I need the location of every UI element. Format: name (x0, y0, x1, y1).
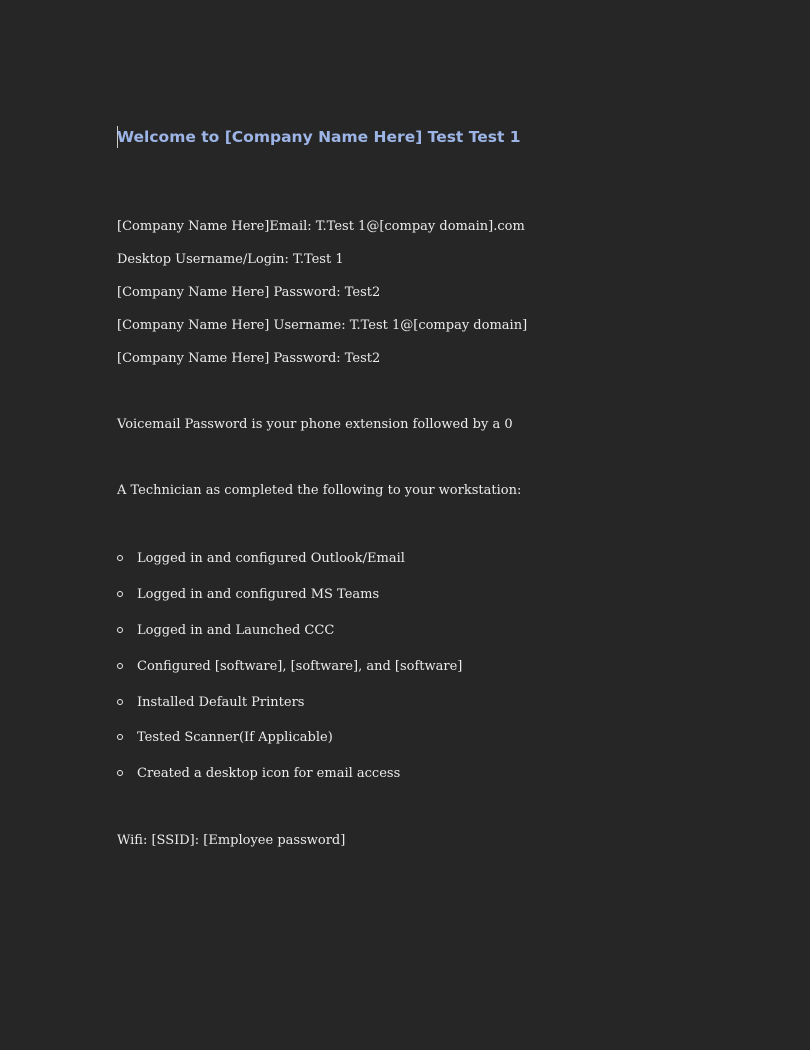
password-line[interactable]: [Company Name Here] Password: Test2 (117, 284, 380, 302)
list-item-text: Logged in and configured Outlook/Email (137, 551, 405, 566)
username-line[interactable]: [Company Name Here] Username: T.Test 1@[… (117, 317, 527, 335)
wifi-line[interactable]: Wifi: [SSID]: [Employee password] (117, 832, 345, 850)
technician-intro-line[interactable]: A Technician as completed the following … (117, 482, 521, 500)
bullet-icon (117, 627, 123, 633)
bullet-icon (117, 591, 123, 597)
bullet-icon (117, 555, 123, 561)
document-heading[interactable]: Welcome to [Company Name Here] Test Test… (117, 126, 521, 148)
voicemail-line[interactable]: Voicemail Password is your phone extensi… (117, 416, 513, 434)
list-item-text: Created a desktop icon for email access (137, 766, 401, 781)
bullet-icon (117, 699, 123, 705)
bullet-icon (117, 770, 123, 776)
bullet-icon (117, 734, 123, 740)
list-item-text: Configured [software], [software], and [… (137, 659, 463, 674)
list-item-text: Tested Scanner(If Applicable) (137, 730, 333, 745)
password-line-2[interactable]: [Company Name Here] Password: Test2 (117, 350, 380, 368)
desktop-login-line[interactable]: Desktop Username/Login: T.Test 1 (117, 251, 344, 269)
bullet-icon (117, 663, 123, 669)
email-line[interactable]: [Company Name Here]Email: T.Test 1@[comp… (117, 218, 525, 236)
list-item-text: Installed Default Printers (137, 695, 305, 710)
list-item-text: Logged in and Launched CCC (137, 623, 335, 638)
list-item-text: Logged in and configured MS Teams (137, 587, 380, 602)
document-page[interactable]: Welcome to [Company Name Here] Test Test… (0, 0, 810, 1050)
